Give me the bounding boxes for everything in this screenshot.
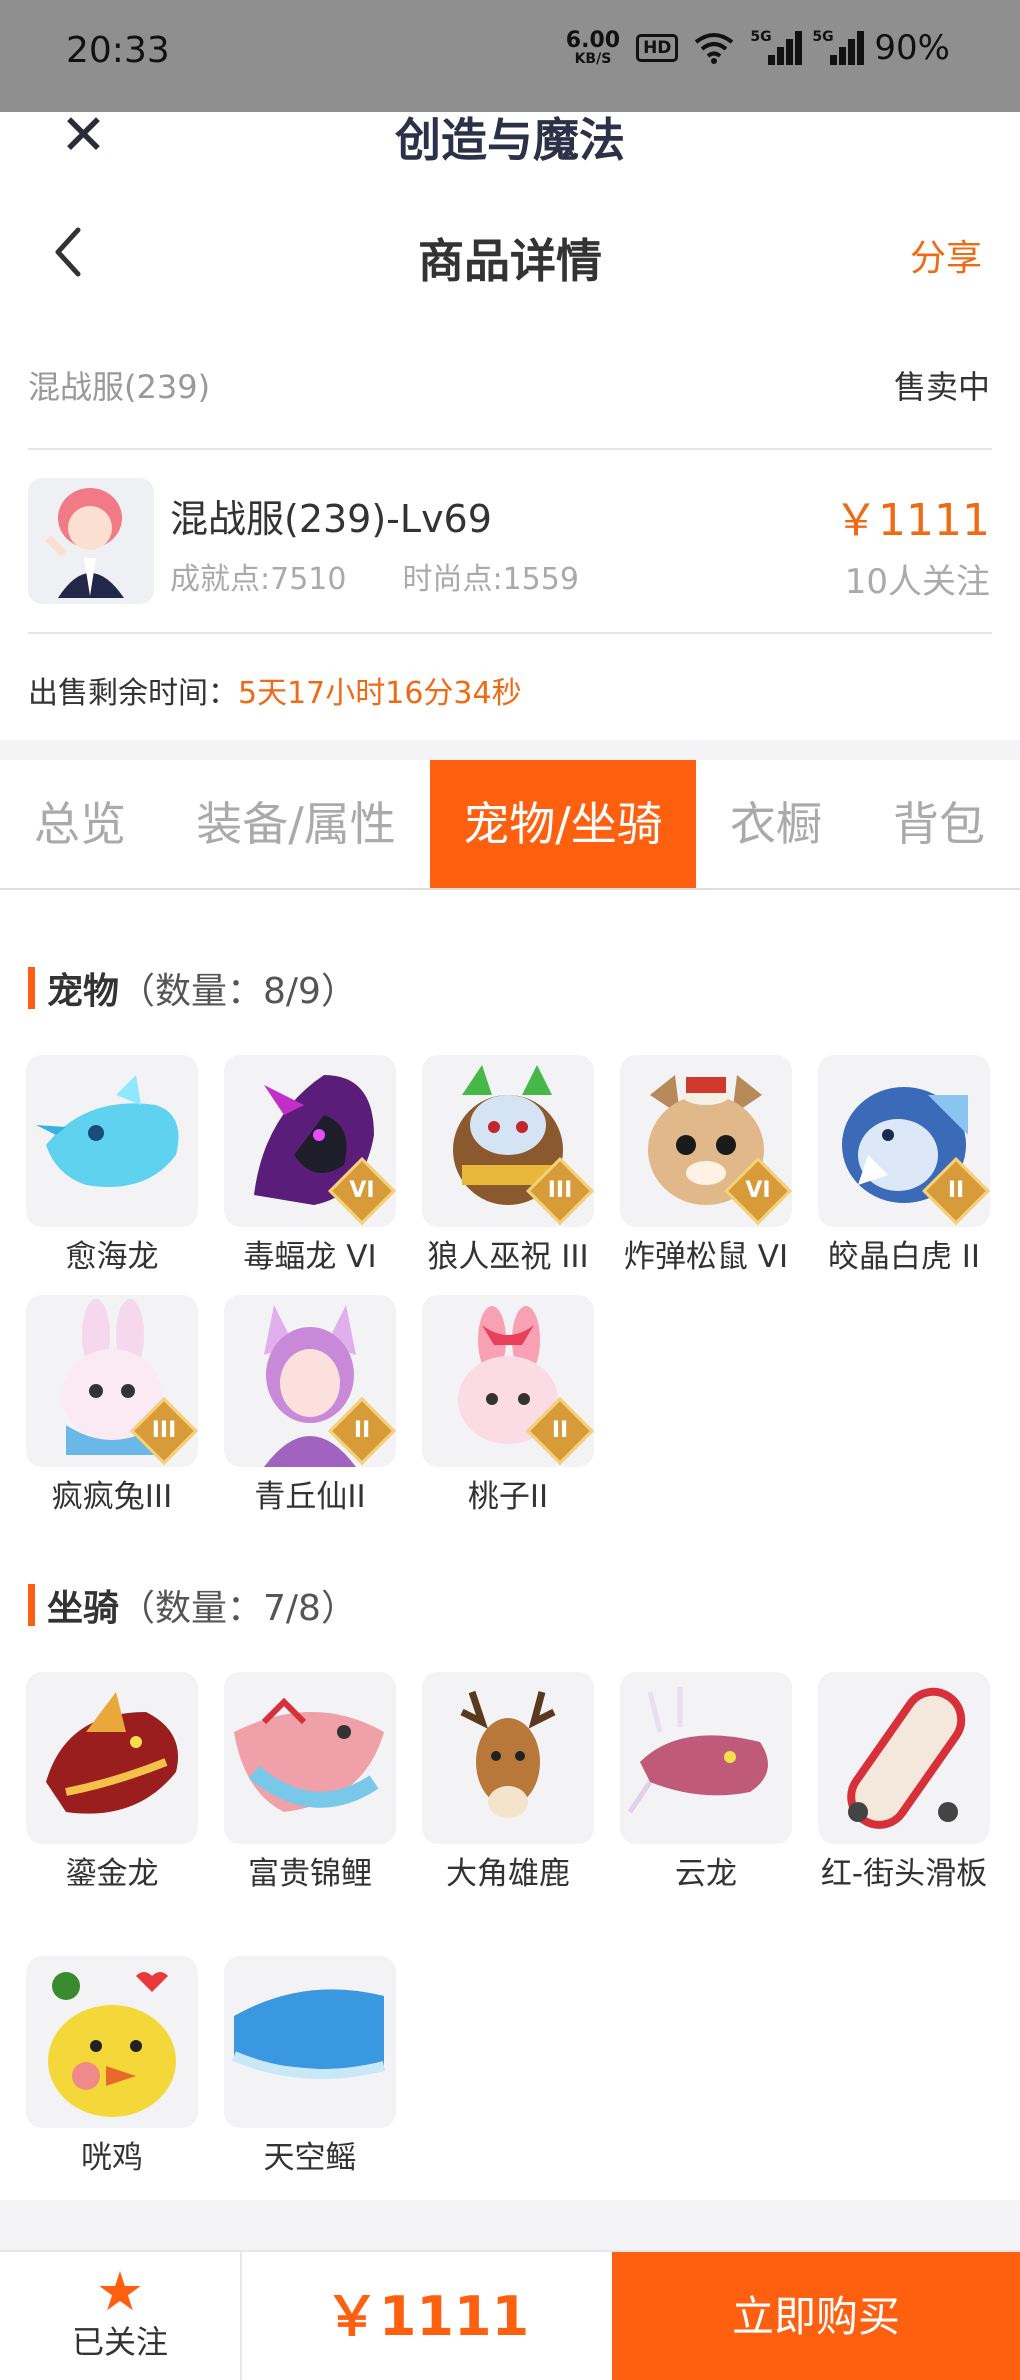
tab-equipment[interactable]: 装备/属性	[176, 760, 416, 888]
pet-image: III	[26, 1295, 198, 1467]
pet-name: 疯疯兔III	[51, 1479, 173, 1515]
follow-button[interactable]: ★ 已关注	[0, 2252, 242, 2380]
fashion-points: 时尚点:1559	[402, 562, 579, 597]
tab-pets-mounts[interactable]: 宠物/坐骑	[430, 760, 696, 888]
bottom-action-bar: ★ 已关注 ￥1111 立即购买	[0, 2250, 1020, 2380]
pet-image: VI	[224, 1055, 396, 1227]
tab-backpack[interactable]: 背包	[864, 760, 1014, 888]
section-marker	[28, 1584, 35, 1626]
pet-name: 狼人巫祝 III	[427, 1239, 589, 1275]
mount-name: 天空鳐	[263, 2140, 357, 2176]
sale-status: 售卖中	[893, 368, 990, 406]
navbar: 商品详情 分享	[0, 167, 1020, 342]
tab-bar: 总览 装备/属性 宠物/坐骑 衣橱 背包	[0, 760, 1020, 890]
mount-image	[26, 1956, 198, 2128]
remaining-time-value: 5天17小时16分34秒	[238, 676, 522, 711]
mount-name: 云龙	[675, 1856, 737, 1892]
pet-image: II	[422, 1295, 594, 1467]
mount-image	[620, 1672, 792, 1844]
net-speed: 6.00 KB/S	[565, 28, 621, 67]
pet-image: II	[224, 1295, 396, 1467]
mount-item[interactable]: 咣鸡	[26, 1956, 198, 2178]
tab-wardrobe[interactable]: 衣橱	[704, 760, 848, 888]
status-icons: 6.00 KB/S HD 5G 5G 90%	[566, 28, 950, 68]
mount-name: 大角雄鹿	[446, 1856, 570, 1892]
status-bar: 20:33 6.00 KB/S HD 5G 5G 90%	[0, 0, 1020, 112]
buy-now-button[interactable]: 立即购买	[612, 2252, 1020, 2380]
pet-name: 桃子II	[467, 1479, 549, 1515]
app-name: 创造与魔法	[395, 113, 625, 167]
page-title: 商品详情	[418, 234, 602, 288]
mount-image	[224, 1956, 396, 2128]
pet-item[interactable]: 愈海龙	[26, 1055, 198, 1277]
remaining-time: 出售剩余时间：5天17小时16分34秒	[28, 668, 522, 712]
product-info-card: 混战服(239) 售卖中 混战服(239)-Lv69 成就点:7510 时尚点:…	[0, 342, 1020, 740]
mount-item[interactable]: 富贵锦鲤	[224, 1672, 396, 1894]
remaining-time-label: 出售剩余时间：	[28, 676, 238, 711]
item-price: ￥1111	[834, 495, 990, 546]
pet-item[interactable]: VI 炸弹松鼠 VI	[620, 1055, 792, 1277]
share-button[interactable]: 分享	[910, 229, 982, 281]
pet-image: VI	[620, 1055, 792, 1227]
pet-item[interactable]: II 青丘仙II	[224, 1295, 396, 1517]
mount-name: 咣鸡	[81, 2140, 143, 2176]
mount-name: 富贵锦鲤	[248, 1856, 372, 1892]
role-stats: 成就点:7510 时尚点:1559	[170, 554, 579, 598]
pet-image: III	[422, 1055, 594, 1227]
mount-image	[26, 1672, 198, 1844]
pets-section-title: 宠物 （数量：8/9）	[28, 966, 357, 1012]
pet-name: 愈海龙	[65, 1239, 159, 1275]
role-name: 混战服(239)-Lv69	[170, 497, 492, 541]
mount-item[interactable]: 云龙	[620, 1672, 792, 1894]
mount-image	[818, 1672, 990, 1844]
pets-mounts-panel: 宠物 （数量：8/9） 愈海龙 VI 毒蝠龙 VI III 狼人巫祝 III VI…	[0, 890, 1020, 2200]
pet-name: 青丘仙II	[254, 1479, 366, 1515]
follow-label: 已关注	[71, 2323, 168, 2361]
star-icon: ★	[95, 2260, 145, 2323]
mount-name: 鎏金龙	[65, 1856, 159, 1892]
pet-name: 炸弹松鼠 VI	[623, 1239, 789, 1275]
wifi-icon	[695, 33, 734, 64]
mount-name: 红-街头滑板	[820, 1856, 988, 1892]
mount-item[interactable]: 大角雄鹿	[422, 1672, 594, 1894]
mount-image	[422, 1672, 594, 1844]
pet-image	[26, 1055, 198, 1227]
mount-image	[224, 1672, 396, 1844]
pet-item[interactable]: VI 毒蝠龙 VI	[224, 1055, 396, 1277]
pet-name: 皎晶白虎 II	[827, 1239, 981, 1275]
pet-item[interactable]: III 疯疯兔III	[26, 1295, 198, 1517]
signal-icon-1: 5G	[750, 29, 803, 65]
follow-count: 10人关注	[844, 562, 990, 602]
mount-item[interactable]: 鎏金龙	[26, 1672, 198, 1894]
status-time: 20:33	[66, 30, 170, 71]
divider	[28, 448, 992, 450]
pet-item[interactable]: II 桃子II	[422, 1295, 594, 1517]
section-marker	[28, 967, 35, 1009]
achievement-points: 成就点:7510	[170, 562, 347, 597]
server-name: 混战服(239)	[28, 368, 211, 406]
battery-level: 90%	[874, 28, 950, 68]
mount-item[interactable]: 红-街头滑板	[818, 1672, 990, 1894]
signal-icon-2: 5G	[812, 29, 865, 65]
pet-item[interactable]: III 狼人巫祝 III	[422, 1055, 594, 1277]
mount-item[interactable]: 天空鳐	[224, 1956, 396, 2178]
pet-name: 毒蝠龙 VI	[243, 1239, 377, 1275]
app-title-bar: ✕ 创造与魔法	[0, 108, 1020, 167]
pet-image: II	[818, 1055, 990, 1227]
hd-icon: HD	[636, 34, 679, 62]
tab-overview[interactable]: 总览	[0, 760, 160, 888]
bottom-price: ￥1111	[324, 2285, 530, 2348]
mounts-section-title: 坐骑 （数量：7/8）	[28, 1583, 357, 1629]
pet-item[interactable]: II 皎晶白虎 II	[818, 1055, 990, 1277]
avatar	[28, 478, 154, 604]
divider	[28, 632, 992, 634]
